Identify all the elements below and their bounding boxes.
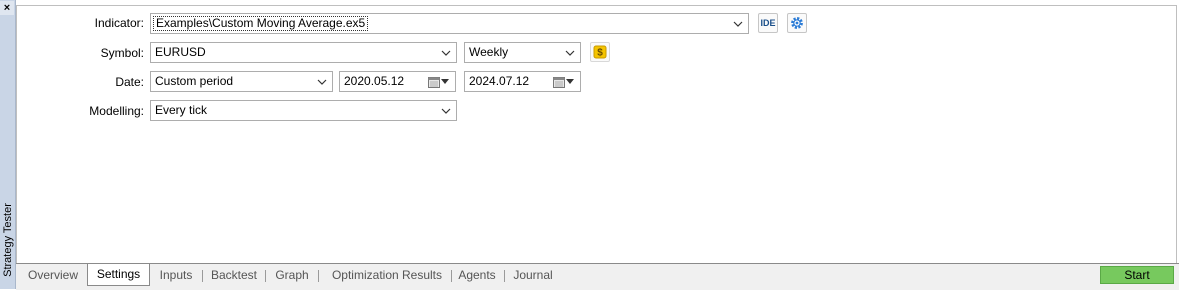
modelling-label: Modelling: — [89, 104, 144, 118]
symbol-label: Symbol: — [100, 46, 144, 60]
tab-graph[interactable]: Graph — [270, 266, 314, 286]
start-button[interactable]: Start — [1100, 266, 1174, 284]
tab-optimization-results[interactable]: Optimization Results — [323, 266, 451, 286]
tab-bar: Overview Settings Inputs Backtest Graph … — [16, 263, 1179, 290]
dropdown-chevron-icon — [440, 101, 452, 120]
symbol-value: EURUSD — [155, 45, 206, 59]
gear-icon[interactable] — [787, 13, 807, 33]
date-to-picker[interactable]: 2024.07.12 — [464, 71, 581, 92]
indicator-label: Indicator: — [94, 16, 144, 30]
close-icon[interactable]: × — [0, 1, 14, 15]
tab-settings[interactable]: Settings — [87, 264, 150, 286]
side-panel: × Strategy Tester — [0, 0, 16, 289]
date-mode-value: Custom period — [155, 74, 234, 88]
dollar-icon[interactable]: $ — [590, 42, 610, 62]
date-from-value: 2020.05.12 — [344, 74, 405, 88]
date-mode-select[interactable]: Custom period — [150, 71, 333, 92]
dropdown-chevron-icon — [440, 43, 452, 62]
tab-agents[interactable]: Agents — [456, 266, 498, 286]
dropdown-chevron-icon — [316, 72, 328, 91]
tab-journal[interactable]: Journal — [509, 266, 557, 286]
tab-overview[interactable]: Overview — [22, 266, 84, 286]
tab-separator — [265, 270, 266, 282]
timeframe-value: Weekly — [469, 45, 509, 59]
indicator-select[interactable]: Examples\Custom Moving Average.ex5 — [150, 13, 749, 34]
modelling-value: Every tick — [155, 103, 208, 117]
tab-separator — [451, 270, 452, 282]
panel-title: Strategy Tester — [2, 203, 14, 277]
modelling-select[interactable]: Every tick — [150, 100, 457, 121]
dropdown-chevron-icon — [732, 14, 744, 33]
svg-text:$: $ — [597, 48, 603, 59]
tab-separator — [202, 270, 203, 282]
timeframe-select[interactable]: Weekly — [464, 42, 581, 63]
tab-backtest[interactable]: Backtest — [207, 266, 261, 286]
indicator-value: Examples\Custom Moving Average.ex5 — [153, 16, 369, 31]
ide-button[interactable]: IDE — [758, 13, 778, 33]
calendar-icon[interactable] — [553, 74, 577, 89]
tab-separator — [504, 270, 505, 282]
date-label: Date: — [115, 75, 144, 89]
date-to-value: 2024.07.12 — [469, 74, 530, 88]
symbol-select[interactable]: EURUSD — [150, 42, 457, 63]
date-from-picker[interactable]: 2020.05.12 — [339, 71, 456, 92]
calendar-icon[interactable] — [428, 74, 452, 89]
tab-inputs[interactable]: Inputs — [154, 266, 198, 286]
dropdown-chevron-icon — [564, 43, 576, 62]
tab-separator — [318, 270, 319, 282]
